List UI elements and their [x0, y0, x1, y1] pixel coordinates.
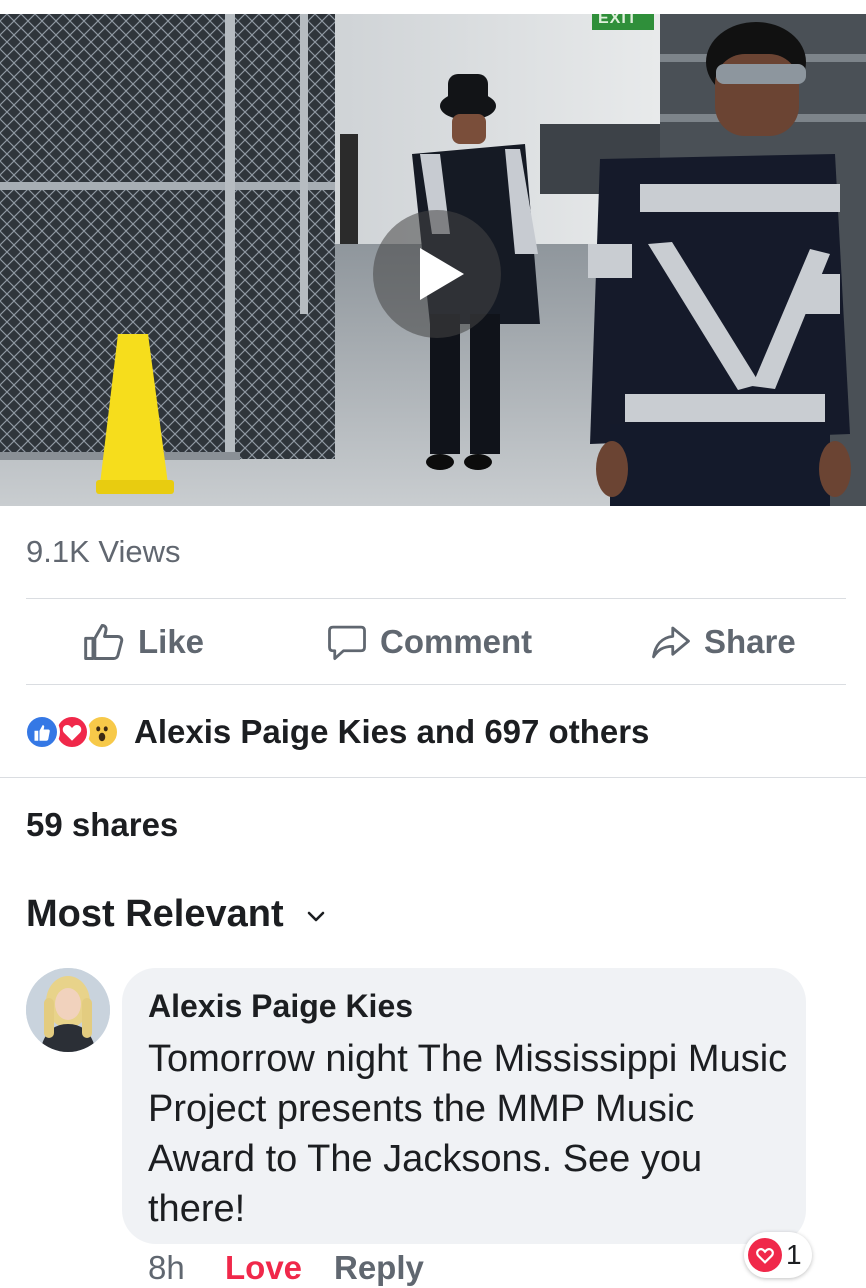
divider: [0, 777, 866, 778]
video-player[interactable]: EXIT: [0, 14, 866, 506]
play-icon: [420, 248, 464, 300]
comment-reaction-count: 1: [786, 1239, 802, 1270]
share-count[interactable]: 59 shares: [26, 806, 178, 844]
comment-label: Comment: [380, 623, 533, 660]
exit-sign-label: EXIT: [598, 14, 638, 27]
comment-timestamp: 8h: [148, 1249, 185, 1286]
comment-sort-dropdown[interactable]: Most Relevant: [26, 893, 326, 936]
divider: [26, 684, 846, 685]
comment-reaction-badge[interactable]: 1: [744, 1232, 812, 1278]
chevron-down-icon: [307, 911, 324, 921]
avatar[interactable]: [26, 968, 110, 1052]
play-button[interactable]: [373, 210, 501, 338]
share-button[interactable]: Share: [650, 600, 796, 684]
reactions-summary-text: Alexis Paige Kies and 697 others: [134, 713, 650, 750]
heart-icon: [748, 1238, 782, 1272]
thumbs-up-icon: [84, 624, 124, 660]
divider: [26, 598, 846, 599]
comment-author[interactable]: Alexis Paige Kies: [148, 988, 413, 1025]
love-reaction-button[interactable]: Love: [225, 1248, 302, 1288]
share-label: Share: [704, 623, 796, 660]
comment-button[interactable]: Comment: [326, 600, 532, 684]
comment-bubble: Alexis Paige Kies Tomorrow night The Mis…: [122, 968, 806, 1244]
avatar-image: [26, 968, 110, 1052]
view-count: 9.1K Views: [26, 534, 181, 569]
like-reaction-icon: [24, 714, 60, 750]
speech-bubble-icon: [328, 625, 366, 661]
share-arrow-icon: [652, 626, 690, 659]
reaction-icons: [24, 712, 134, 752]
sort-label: Most Relevant: [26, 893, 284, 935]
like-label: Like: [138, 623, 205, 660]
reply-button[interactable]: Reply: [334, 1248, 424, 1288]
post-action-bar: Like Comment Share: [0, 600, 866, 684]
comment-text: Tomorrow night The Mississippi Music Pro…: [148, 1038, 788, 1230]
reactions-summary[interactable]: Alexis Paige Kies and 697 others: [24, 706, 649, 758]
like-button[interactable]: Like: [82, 600, 204, 684]
